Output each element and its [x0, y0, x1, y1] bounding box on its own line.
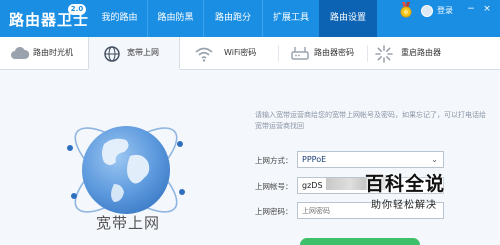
tab-router-settings[interactable]: 路由设置: [319, 0, 377, 37]
wifi-icon: [195, 47, 213, 62]
connect-button[interactable]: [300, 238, 420, 245]
cloud-icon: [11, 46, 30, 59]
subnav-broadband[interactable]: 宽带上网: [88, 37, 180, 70]
minimize-button[interactable]: −: [466, 3, 476, 15]
watermark-subtitle: 助你轻松解决: [371, 200, 437, 211]
connection-mode-label: 上网方式：: [255, 156, 293, 165]
subnav-restart-router[interactable]: 重启路由器: [368, 37, 458, 70]
watermark-title: 百科全说: [365, 173, 446, 195]
tab-router-benchmark[interactable]: 路由跑分: [204, 0, 262, 37]
router-icon: [291, 47, 309, 60]
connection-mode-value: PPPoE: [302, 155, 327, 164]
subnav-label: 路由器密码: [314, 48, 354, 57]
subnav-router-time-machine[interactable]: 路由时光机: [0, 37, 88, 70]
subnav-label: WiFi密码: [224, 48, 257, 57]
restart-icon: [375, 45, 393, 63]
subnav-wifi-password[interactable]: WiFi密码: [180, 37, 278, 70]
tab-extension-tools[interactable]: 扩展工具: [263, 0, 319, 37]
user-avatar-icon[interactable]: [421, 5, 433, 17]
tab-my-router[interactable]: 我的路由: [92, 0, 147, 37]
broadband-title: 宽带上网: [96, 214, 161, 232]
close-button[interactable]: ×: [482, 3, 492, 15]
watermark: 百科全说 助你轻松解决: [335, 165, 470, 220]
login-link[interactable]: 登录: [437, 5, 453, 17]
subnav-label: 重启路由器: [401, 48, 441, 57]
password-label: 上网密码：: [255, 207, 293, 216]
subnav-router-password[interactable]: 路由器密码: [279, 37, 367, 70]
instructions-text: 请输入宽带运营商给您的宽带上网帐号及密码，如果忘记了，可以打电话给宽带运营商找回: [255, 111, 486, 130]
version-badge: 2.0: [68, 4, 86, 15]
subnav-label: 路由时光机: [33, 48, 73, 57]
medal-icon[interactable]: [399, 2, 413, 18]
globe-icon: [104, 46, 120, 62]
subnav-label: 宽带上网: [127, 48, 159, 57]
account-label: 上网帐号：: [255, 182, 293, 191]
sub-toolbar: 路由时光机 宽带上网 WiFi密码 路由器密码 重启路由器: [0, 37, 500, 70]
top-bar: 路由器卫士 2.0 我的路由 路由防黑 路由跑分 扩展工具 路由设置 登录 − …: [0, 0, 500, 37]
tab-router-defense[interactable]: 路由防黑: [148, 0, 203, 37]
account-value: gzDS: [302, 181, 323, 190]
